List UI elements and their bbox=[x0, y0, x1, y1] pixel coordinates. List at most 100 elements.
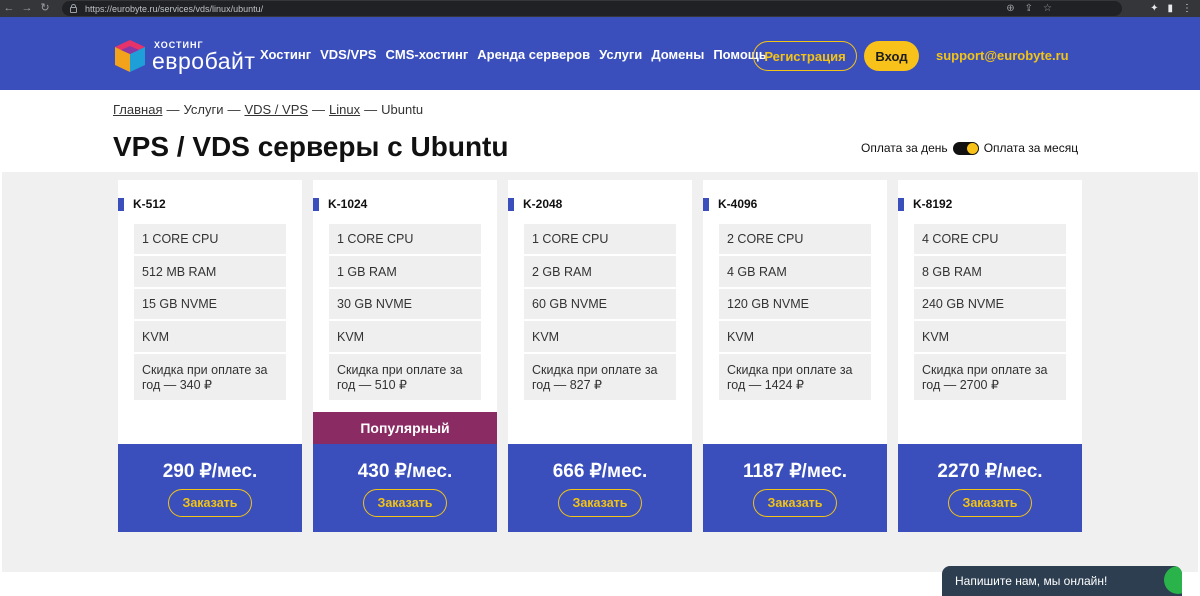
spec-cpu: 1 CORE CPU bbox=[329, 224, 481, 254]
plan-name: K-4096 bbox=[703, 197, 757, 211]
plan-name-text: K-1024 bbox=[328, 197, 368, 211]
spec-virtualization: KVM bbox=[329, 321, 481, 352]
spec-virtualization: KVM bbox=[134, 321, 286, 352]
spec-discount: Скидка при оплате за год — 827 ₽ bbox=[524, 354, 676, 400]
toggle-knob bbox=[966, 142, 978, 154]
plan-price: 290 ₽/мес. bbox=[162, 461, 258, 482]
menu-item-vds[interactable]: VDS/VPS bbox=[320, 47, 376, 62]
plan-name: K-2048 bbox=[508, 197, 562, 211]
menu-item-domains[interactable]: Домены bbox=[651, 47, 704, 62]
spec-virtualization: KVM bbox=[719, 321, 871, 352]
register-button[interactable]: Регистрация bbox=[753, 41, 857, 71]
spec-disk: 15 GB NVME bbox=[134, 289, 286, 319]
spec-virtualization: KVM bbox=[524, 321, 676, 352]
spec-disk: 240 GB NVME bbox=[914, 289, 1066, 319]
main-menu: Хостинг VDS/VPS CMS-хостинг Аренда серве… bbox=[260, 47, 767, 62]
spec-discount: Скидка при оплате за год — 2700 ₽ bbox=[914, 354, 1066, 400]
menu-icon[interactable]: ⋮ bbox=[1182, 0, 1192, 17]
plan-name: K-512 bbox=[118, 197, 166, 211]
share-icon[interactable]: ⇪ bbox=[1025, 1, 1033, 16]
popular-badge: Популярный bbox=[313, 412, 497, 444]
spec-disk: 30 GB NVME bbox=[329, 289, 481, 319]
plan-card: K-4096 2 CORE CPU 4 GB RAM 120 GB NVME K… bbox=[703, 180, 887, 532]
logo[interactable]: ХОСТИНГ евробайт bbox=[112, 38, 256, 74]
support-email-link[interactable]: support@eurobyte.ru bbox=[936, 48, 1069, 63]
url-text: https://eurobyte.ru/services/vds/linux/u… bbox=[85, 3, 264, 14]
plan-marker bbox=[703, 197, 709, 211]
plan-card: K-512 1 CORE CPU 512 MB RAM 15 GB NVME K… bbox=[118, 180, 302, 532]
spec-discount: Скидка при оплате за год — 1424 ₽ bbox=[719, 354, 871, 400]
order-button[interactable]: Заказать bbox=[558, 489, 642, 517]
sidebar-icon[interactable]: ▮ bbox=[1167, 0, 1173, 17]
plan-price: 2270 ₽/мес. bbox=[937, 461, 1043, 482]
breadcrumb-vds[interactable]: VDS / VPS bbox=[244, 102, 308, 117]
address-bar[interactable]: https://eurobyte.ru/services/vds/linux/u… bbox=[62, 1, 1122, 16]
breadcrumb: Главная — Услуги — VDS / VPS — Linux — U… bbox=[113, 102, 423, 117]
chat-status-icon bbox=[1164, 566, 1182, 594]
plan-name-text: K-512 bbox=[133, 197, 166, 211]
price-box: 1187 ₽/мес. Заказать bbox=[703, 444, 887, 532]
spec-ram: 2 GB RAM bbox=[524, 256, 676, 287]
lock-icon bbox=[70, 3, 77, 13]
spec-disk: 120 GB NVME bbox=[719, 289, 871, 319]
order-button[interactable]: Заказать bbox=[363, 489, 447, 517]
menu-item-hosting[interactable]: Хостинг bbox=[260, 47, 311, 62]
spec-ram: 8 GB RAM bbox=[914, 256, 1066, 287]
price-box: 2270 ₽/мес. Заказать bbox=[898, 444, 1082, 532]
spec-discount: Скидка при оплате за год — 340 ₽ bbox=[134, 354, 286, 400]
logo-cube-icon bbox=[115, 40, 145, 72]
plan-name-text: K-2048 bbox=[523, 197, 563, 211]
billing-daily-label[interactable]: Оплата за день bbox=[861, 141, 948, 155]
chat-widget[interactable]: Напишите нам, мы онлайн! bbox=[942, 566, 1182, 596]
spec-cpu: 1 CORE CPU bbox=[134, 224, 286, 254]
price-box: 290 ₽/мес. Заказать bbox=[118, 444, 302, 532]
back-icon[interactable]: ← bbox=[0, 0, 18, 17]
breadcrumb-separator: — bbox=[364, 102, 378, 117]
plan-card: K-1024 1 CORE CPU 1 GB RAM 30 GB NVME KV… bbox=[313, 180, 497, 532]
breadcrumb-separator: — bbox=[227, 102, 241, 117]
spec-ram: 1 GB RAM bbox=[329, 256, 481, 287]
breadcrumb-services: Услуги bbox=[183, 102, 224, 117]
chat-label: Напишите нам, мы онлайн! bbox=[955, 574, 1108, 588]
spec-virtualization: KVM bbox=[914, 321, 1066, 352]
plan-price: 430 ₽/мес. bbox=[357, 461, 453, 482]
plan-name-text: K-8192 bbox=[913, 197, 953, 211]
menu-item-cms[interactable]: CMS-хостинг bbox=[385, 47, 468, 62]
spec-cpu: 1 CORE CPU bbox=[524, 224, 676, 254]
price-box: 430 ₽/мес. Заказать bbox=[313, 444, 497, 532]
bookmark-star-icon[interactable]: ☆ bbox=[1043, 1, 1052, 16]
billing-monthly-label[interactable]: Оплата за месяц bbox=[984, 141, 1078, 155]
plan-card: K-2048 1 CORE CPU 2 GB RAM 60 GB NVME KV… bbox=[508, 180, 692, 532]
zoom-icon[interactable]: ⊕ bbox=[1006, 1, 1014, 16]
reload-icon[interactable]: ↻ bbox=[36, 0, 54, 17]
spec-discount: Скидка при оплате за год — 510 ₽ bbox=[329, 354, 481, 400]
plan-name-text: K-4096 bbox=[718, 197, 758, 211]
order-button[interactable]: Заказать bbox=[948, 489, 1032, 517]
login-button[interactable]: Вход bbox=[864, 41, 919, 71]
breadcrumb-current: Ubuntu bbox=[381, 102, 424, 117]
site-header: ХОСТИНГ евробайт Хостинг VDS/VPS CMS-хос… bbox=[0, 17, 1200, 90]
menu-item-services[interactable]: Услуги bbox=[599, 47, 642, 62]
plan-marker bbox=[508, 197, 514, 211]
page-title: VPS / VDS серверы с Ubuntu bbox=[113, 131, 509, 162]
browser-toolbar: ← → ↻ https://eurobyte.ru/services/vds/l… bbox=[0, 0, 1200, 17]
spec-cpu: 4 CORE CPU bbox=[914, 224, 1066, 254]
logo-wordmark: евробайт bbox=[152, 48, 256, 74]
breadcrumb-home[interactable]: Главная bbox=[113, 102, 162, 117]
order-button[interactable]: Заказать bbox=[753, 489, 837, 517]
order-button[interactable]: Заказать bbox=[168, 489, 252, 517]
breadcrumb-separator: — bbox=[312, 102, 326, 117]
forward-icon[interactable]: → bbox=[18, 0, 36, 17]
menu-item-servers[interactable]: Аренда серверов bbox=[477, 47, 590, 62]
breadcrumb-linux[interactable]: Linux bbox=[329, 102, 360, 117]
plan-name: K-1024 bbox=[313, 197, 367, 211]
breadcrumb-separator: — bbox=[166, 102, 180, 117]
extensions-icon[interactable]: ✦ bbox=[1150, 0, 1158, 17]
plan-name: K-8192 bbox=[898, 197, 952, 211]
billing-toggle[interactable] bbox=[952, 141, 979, 155]
spec-cpu: 2 CORE CPU bbox=[719, 224, 871, 254]
plan-price: 1187 ₽/мес. bbox=[742, 461, 848, 482]
spec-ram: 512 MB RAM bbox=[134, 256, 286, 287]
plan-price: 666 ₽/мес. bbox=[552, 461, 648, 482]
spec-disk: 60 GB NVME bbox=[524, 289, 676, 319]
